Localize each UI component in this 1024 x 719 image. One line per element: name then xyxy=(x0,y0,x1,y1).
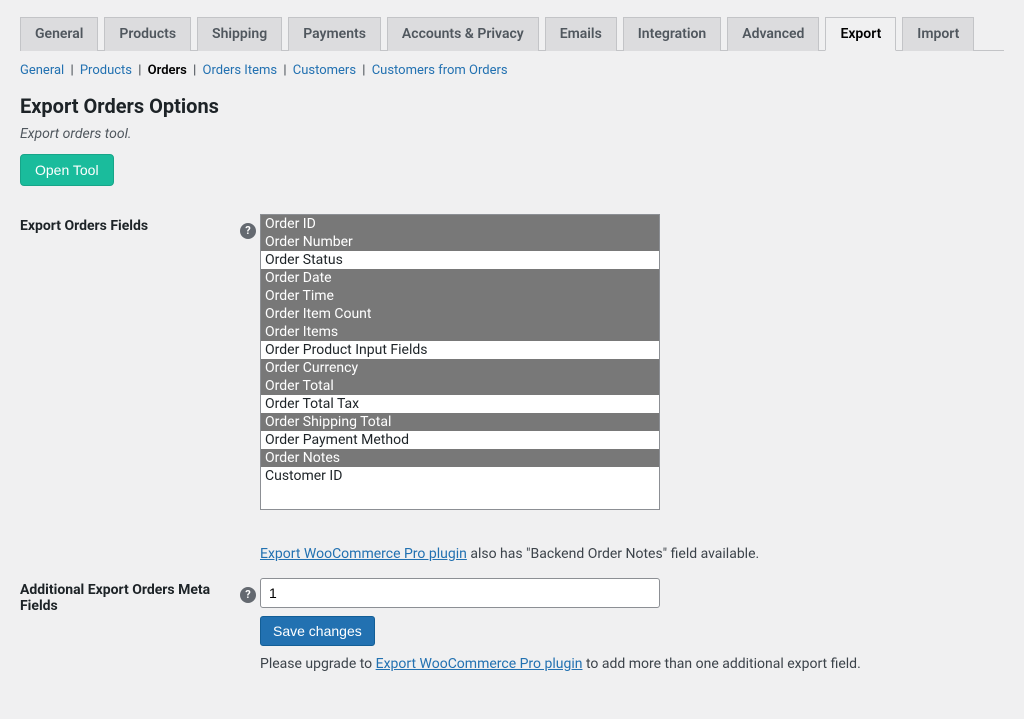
option-order-time[interactable]: Order Time xyxy=(261,287,659,305)
help-icon[interactable]: ? xyxy=(240,223,256,239)
upgrade-note-after: to add more than one additional export f… xyxy=(582,656,860,672)
subnav-orders[interactable]: Orders xyxy=(148,63,187,78)
page-title: Export Orders Options xyxy=(20,94,1004,118)
help-icon[interactable]: ? xyxy=(240,587,256,603)
tab-advanced[interactable]: Advanced xyxy=(727,17,819,51)
upgrade-pro-link[interactable]: Export WooCommerce Pro plugin xyxy=(376,656,583,672)
option-customer-id[interactable]: Customer ID xyxy=(261,467,659,485)
tab-payments[interactable]: Payments xyxy=(288,17,381,51)
option-order-notes[interactable]: Order Notes xyxy=(261,449,659,467)
option-order-total[interactable]: Order Total xyxy=(261,377,659,395)
subnav-separator: | xyxy=(138,63,144,78)
subnav-separator: | xyxy=(362,63,368,78)
option-order-items[interactable]: Order Items xyxy=(261,323,659,341)
option-order-shipping-total[interactable]: Order Shipping Total xyxy=(261,413,659,431)
main-tabs: General Products Shipping Payments Accou… xyxy=(20,16,1004,51)
subnav-customers-from-orders[interactable]: Customers from Orders xyxy=(372,63,508,78)
tab-accounts-privacy[interactable]: Accounts & Privacy xyxy=(387,17,539,51)
export-fields-label: Export Orders Fields xyxy=(20,206,240,570)
pro-plugin-note-text: also has "Backend Order Notes" field ava… xyxy=(467,546,759,562)
tab-shipping[interactable]: Shipping xyxy=(197,17,282,51)
upgrade-note: Please upgrade to Export WooCommerce Pro… xyxy=(260,656,1004,672)
option-order-currency[interactable]: Order Currency xyxy=(261,359,659,377)
subnav-separator: | xyxy=(283,63,289,78)
subnav-separator: | xyxy=(193,63,199,78)
option-order-number[interactable]: Order Number xyxy=(261,233,659,251)
option-order-item-count[interactable]: Order Item Count xyxy=(261,305,659,323)
tab-general[interactable]: General xyxy=(20,17,98,51)
save-changes-button[interactable]: Save changes xyxy=(260,616,375,646)
option-order-payment-method[interactable]: Order Payment Method xyxy=(261,431,659,449)
option-order-status[interactable]: Order Status xyxy=(261,251,659,269)
pro-plugin-note: Export WooCommerce Pro plugin also has "… xyxy=(260,546,1004,562)
export-fields-select[interactable]: Order ID Order Number Order Status Order… xyxy=(260,214,660,510)
tab-import[interactable]: Import xyxy=(902,17,974,51)
option-order-total-tax[interactable]: Order Total Tax xyxy=(261,395,659,413)
open-tool-button[interactable]: Open Tool xyxy=(20,154,114,186)
subnav-orders-items[interactable]: Orders Items xyxy=(203,63,278,78)
option-order-product-input-fields[interactable]: Order Product Input Fields xyxy=(261,341,659,359)
subnav-separator: | xyxy=(70,63,76,78)
option-order-id[interactable]: Order ID xyxy=(261,215,659,233)
tab-integration[interactable]: Integration xyxy=(623,17,721,51)
subnav-general[interactable]: General xyxy=(20,63,64,78)
upgrade-note-before: Please upgrade to xyxy=(260,656,376,672)
pro-plugin-link[interactable]: Export WooCommerce Pro plugin xyxy=(260,546,467,562)
option-order-date[interactable]: Order Date xyxy=(261,269,659,287)
meta-fields-input[interactable] xyxy=(260,578,660,608)
subnav-products[interactable]: Products xyxy=(80,63,132,78)
tab-emails[interactable]: Emails xyxy=(545,17,617,51)
tab-products[interactable]: Products xyxy=(104,17,191,51)
tab-export[interactable]: Export xyxy=(825,17,896,51)
meta-fields-label: Additional Export Orders Meta Fields xyxy=(20,570,240,680)
subnav-customers[interactable]: Customers xyxy=(293,63,356,78)
sub-nav: General | Products | Orders | Orders Ite… xyxy=(20,63,1004,78)
page-description: Export orders tool. xyxy=(20,126,1004,142)
